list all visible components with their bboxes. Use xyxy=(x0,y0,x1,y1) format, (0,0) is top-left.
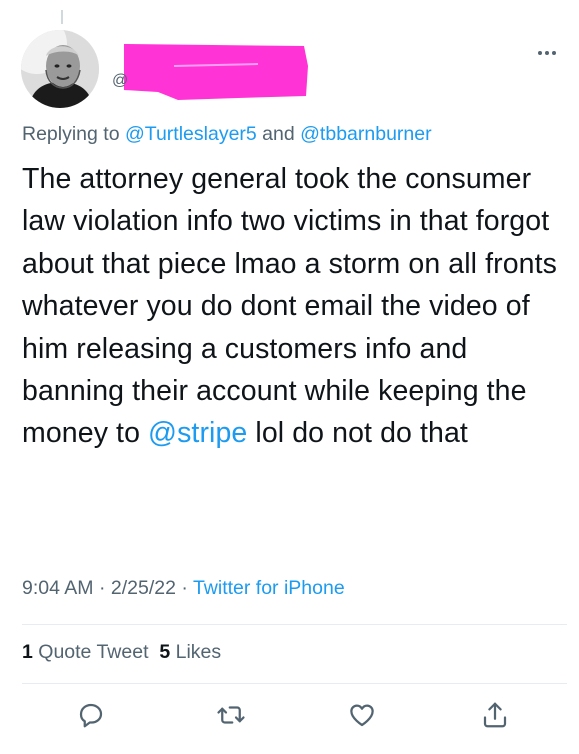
replying-to-conjunction: and xyxy=(256,123,301,145)
like-icon[interactable] xyxy=(347,700,377,730)
mention-link-tbbarnburner[interactable]: @tbbarnburner xyxy=(300,123,431,145)
quote-tweets-stat[interactable]: 1 Quote Tweet xyxy=(22,641,149,663)
meta-separator: · xyxy=(93,577,111,599)
quote-count: 1 xyxy=(22,641,33,663)
mention-link-turtleslayer5[interactable]: @Turtleslayer5 xyxy=(125,123,257,145)
tweet-body: The attorney general took the consumer l… xyxy=(22,158,567,455)
reply-icon[interactable] xyxy=(76,700,106,730)
more-options-icon[interactable] xyxy=(536,45,558,55)
meta-separator: · xyxy=(175,577,193,599)
retweet-icon[interactable] xyxy=(216,700,246,730)
tweet-text-part-2: lol do not do that xyxy=(247,417,468,450)
likes-label: Likes xyxy=(175,641,222,663)
like-count: 5 xyxy=(159,641,171,663)
tweet-date[interactable]: 2/25/22 xyxy=(111,577,176,599)
tweet-stats: 1 Quote Tweet 5 Likes xyxy=(22,641,221,664)
divider xyxy=(22,624,567,625)
tweet-source[interactable]: Twitter for iPhone xyxy=(193,577,345,599)
mention-link-stripe[interactable]: @stripe xyxy=(148,417,247,449)
avatar[interactable] xyxy=(21,30,99,108)
tweet-action-bar xyxy=(0,700,579,734)
replying-to-label: Replying to xyxy=(22,123,125,145)
redacted-display-name xyxy=(118,40,312,102)
tweet-time[interactable]: 9:04 AM xyxy=(22,577,94,599)
replying-to: Replying to @Turtleslayer5 and @tbbarnbu… xyxy=(22,123,432,146)
tweet-text-part-1: The attorney general took the consumer l… xyxy=(22,163,558,450)
likes-stat[interactable]: 5 Likes xyxy=(159,641,221,663)
divider xyxy=(22,683,567,684)
thread-connector-line xyxy=(61,10,63,24)
quote-label: Quote Tweet xyxy=(38,641,149,663)
share-icon[interactable] xyxy=(480,700,510,730)
user-handle[interactable]: @ xyxy=(112,72,128,90)
tweet-metadata: 9:04 AM · 2/25/22 · Twitter for iPhone xyxy=(22,577,345,600)
